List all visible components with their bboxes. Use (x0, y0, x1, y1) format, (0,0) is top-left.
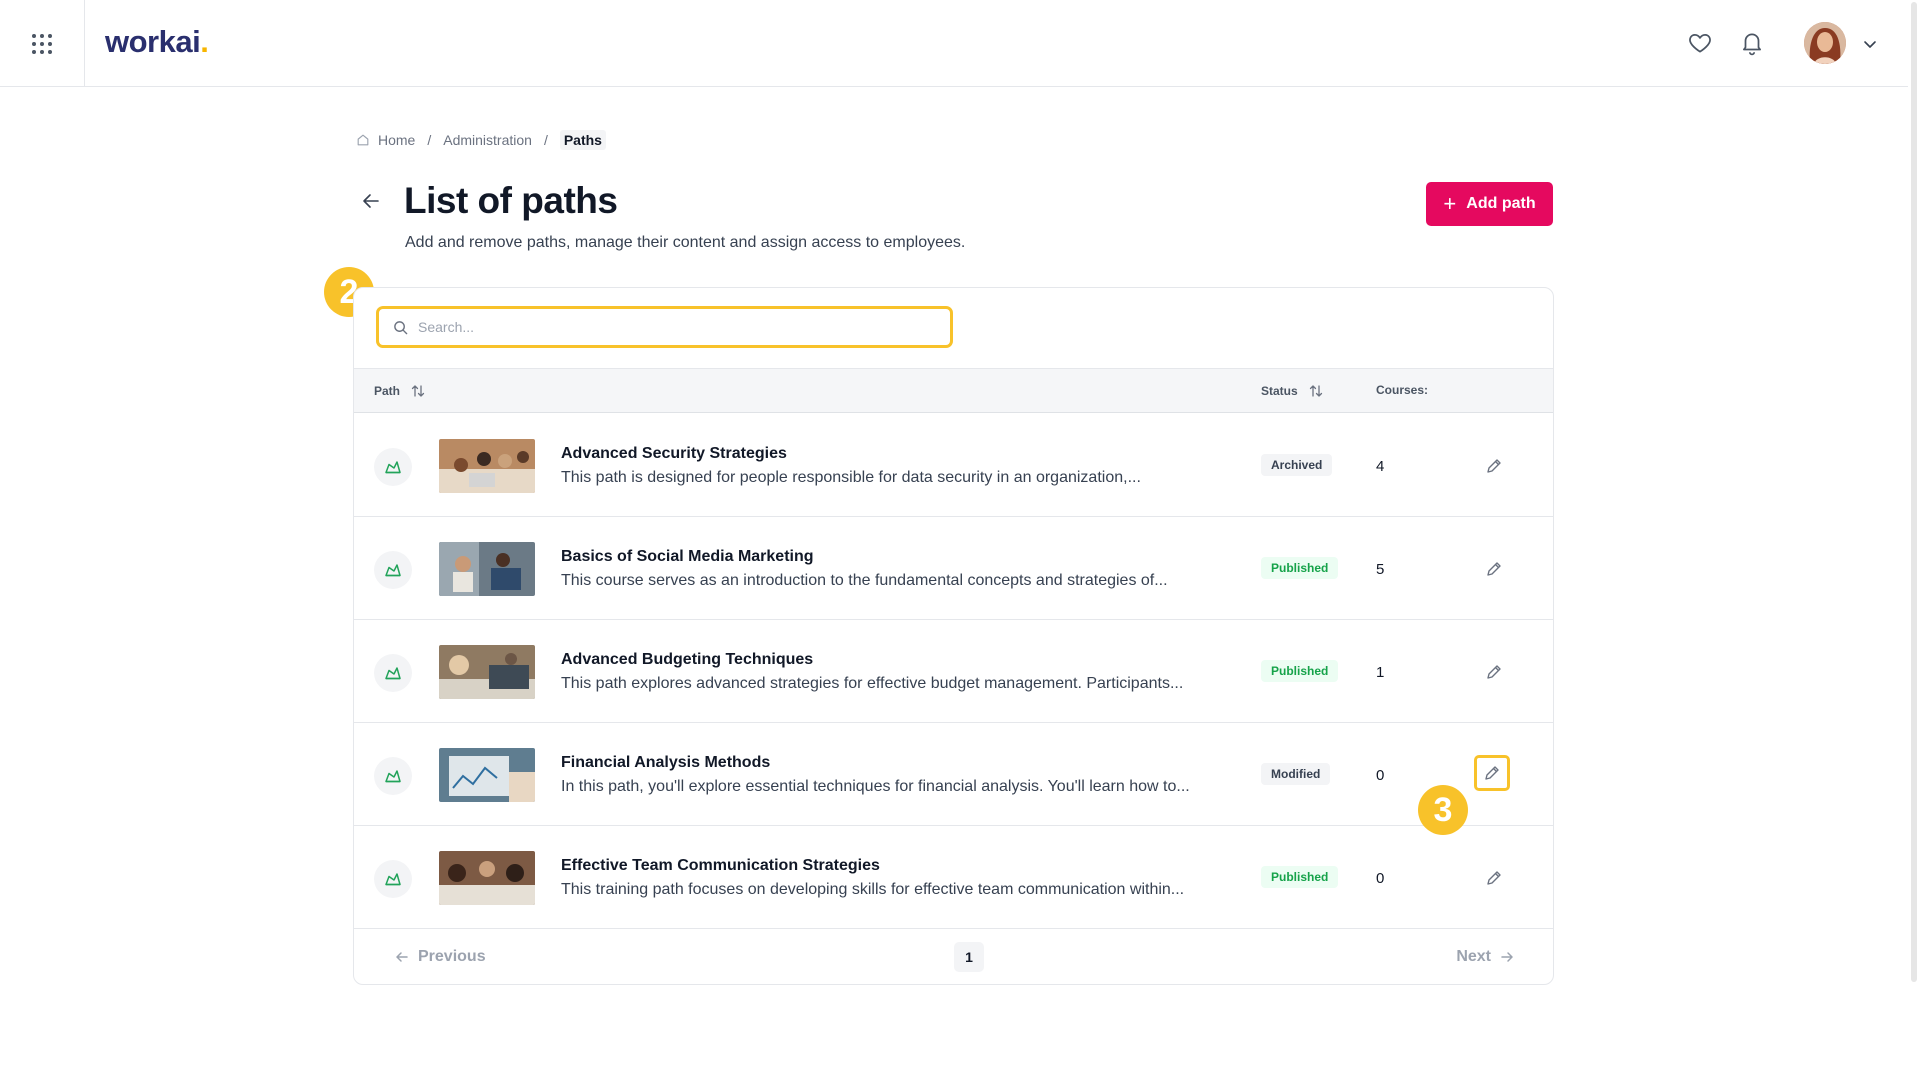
arrow-right-icon (1501, 952, 1513, 962)
path-thumbnail (439, 851, 535, 905)
path-title[interactable]: Basics of Social Media Marketing (561, 548, 814, 566)
path-title[interactable]: Advanced Budgeting Techniques (561, 651, 813, 669)
previous-button[interactable]: Previous (394, 948, 486, 966)
status-badge: Published (1261, 660, 1339, 682)
path-description: This path is designed for people respons… (561, 469, 1141, 486)
breadcrumb-current: Paths (559, 130, 606, 150)
top-bar: workai. (0, 0, 1908, 87)
path-icon (374, 860, 412, 898)
breadcrumb-separator: / (543, 132, 548, 148)
edit-button[interactable] (1480, 452, 1508, 480)
table-row[interactable]: Basics of Social Media Marketing This co… (354, 517, 1553, 620)
table-row[interactable]: Effective Team Communication Strategies … (354, 826, 1553, 929)
path-description: This path explores advanced strategies f… (561, 675, 1184, 692)
chevron-down-icon[interactable] (1862, 36, 1878, 52)
search-input[interactable] (418, 319, 950, 335)
path-icon (374, 654, 412, 692)
column-header-status-label: Status (1261, 384, 1298, 398)
courses-count: 0 (1376, 870, 1385, 887)
pencil-icon (1487, 665, 1501, 679)
paths-card: Path Status Courses: Advanced Security S… (353, 287, 1554, 985)
sort-icon[interactable] (1308, 383, 1324, 399)
step-3-badge: 3 (1418, 785, 1468, 835)
page-subtitle: Add and remove paths, manage their conte… (405, 234, 966, 251)
status-badge: Archived (1261, 454, 1333, 476)
column-header-path-label: Path (374, 384, 401, 398)
breadcrumb-administration[interactable]: Administration (443, 132, 532, 148)
courses-count: 5 (1376, 561, 1385, 578)
table-row[interactable]: Advanced Security Strategies This path i… (354, 414, 1553, 517)
path-thumbnail (439, 645, 535, 699)
next-label: Next (1456, 948, 1491, 965)
breadcrumb: Home / Administration / Paths (356, 130, 606, 150)
edit-button[interactable] (1480, 864, 1508, 892)
path-title[interactable]: Financial Analysis Methods (561, 754, 770, 772)
path-thumbnail (439, 439, 535, 493)
path-description: This course serves as an introduction to… (561, 572, 1168, 589)
path-icon (374, 757, 412, 795)
add-path-label: Add path (1466, 195, 1536, 212)
path-thumbnail (439, 542, 535, 596)
column-header-courses: Courses: (1376, 383, 1428, 397)
search-box[interactable] (376, 306, 953, 348)
page-scrollbar[interactable] (1908, 0, 1920, 1080)
status-badge: Published (1261, 557, 1339, 579)
apps-grid-icon (32, 33, 52, 54)
column-header-status[interactable]: Status (1261, 383, 1324, 399)
breadcrumb-separator: / (427, 132, 432, 148)
add-path-button[interactable]: + Add path (1426, 182, 1553, 226)
avatar[interactable] (1804, 22, 1846, 64)
path-description: In this path, you'll explore essential t… (561, 778, 1190, 795)
next-button[interactable]: Next (1456, 948, 1515, 966)
logo-dot: . (200, 24, 209, 59)
breadcrumb-home[interactable]: Home (378, 132, 415, 148)
plus-icon: + (1443, 191, 1457, 216)
courses-count: 4 (1376, 458, 1385, 475)
courses-count: 0 (1376, 767, 1385, 784)
status-badge: Modified (1261, 763, 1331, 785)
home-icon (357, 134, 369, 146)
path-icon (374, 448, 412, 486)
page-number-button[interactable]: 1 (954, 942, 984, 972)
table-header: Path Status Courses: (354, 368, 1553, 413)
path-title[interactable]: Advanced Security Strategies (561, 445, 787, 463)
path-title[interactable]: Effective Team Communication Strategies (561, 857, 880, 875)
scrollbar-thumb[interactable] (1911, 2, 1917, 982)
path-icon (374, 551, 412, 589)
pencil-icon (1485, 766, 1499, 780)
path-description: This training path focuses on developing… (561, 881, 1185, 898)
sort-icon[interactable] (410, 383, 426, 399)
heart-icon[interactable] (1687, 30, 1713, 56)
arrow-left-icon (396, 952, 408, 962)
status-badge: Published (1261, 866, 1339, 888)
pagination: Previous 1 Next (354, 928, 1553, 984)
search-icon (394, 320, 408, 334)
edit-button[interactable] (1480, 658, 1508, 686)
back-arrow-icon[interactable] (360, 190, 382, 212)
page-title: List of paths (404, 180, 618, 221)
logo[interactable]: workai. (105, 24, 209, 60)
column-header-path[interactable]: Path (374, 383, 426, 399)
logo-text: workai (105, 24, 201, 59)
column-header-courses-label: Courses: (1376, 383, 1429, 397)
edit-button[interactable] (1474, 755, 1510, 791)
app-launcher-button[interactable] (0, 0, 85, 87)
table-row[interactable]: Advanced Budgeting Techniques This path … (354, 620, 1553, 723)
edit-button[interactable] (1480, 555, 1508, 583)
pencil-icon (1487, 871, 1501, 885)
pencil-icon (1487, 459, 1501, 473)
bell-icon[interactable] (1739, 30, 1765, 56)
table-row[interactable]: Financial Analysis Methods In this path,… (354, 723, 1553, 826)
path-thumbnail (439, 748, 535, 802)
previous-label: Previous (418, 948, 486, 965)
courses-count: 1 (1376, 664, 1385, 681)
pencil-icon (1487, 562, 1501, 576)
